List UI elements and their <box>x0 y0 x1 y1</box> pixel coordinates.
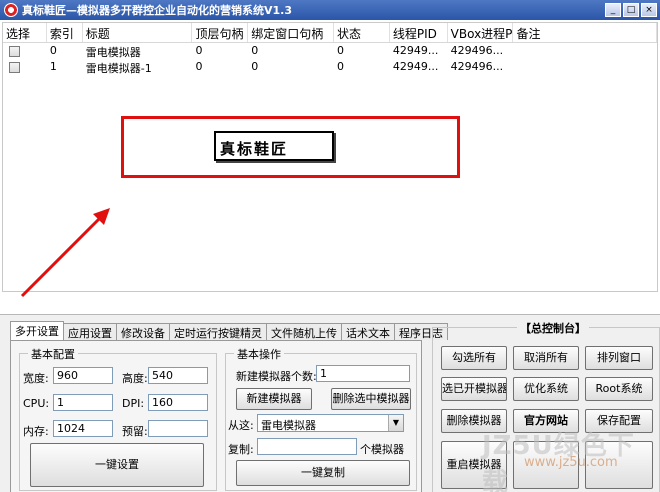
copy-label: 复制: <box>228 443 254 456</box>
tab-scheduled-run[interactable]: 定时运行按键精灵 <box>169 323 267 340</box>
basic-ops-legend: 基本操作 <box>234 346 284 362</box>
one-click-set-button[interactable]: 一键设置 <box>30 443 204 487</box>
watermark-url: www.jz5u.com <box>524 455 618 470</box>
new-count-label: 新建模拟器个数: <box>236 370 317 383</box>
reserved-input[interactable] <box>148 420 208 437</box>
chevron-down-icon[interactable]: ▼ <box>388 415 403 431</box>
root-system-button[interactable]: Root系统 <box>585 377 653 401</box>
cpu-label: CPU: <box>23 397 50 410</box>
new-emulator-button[interactable]: 新建模拟器 <box>236 388 312 410</box>
optimize-system-button[interactable]: 优化系统 <box>513 377 579 401</box>
one-click-copy-button[interactable]: 一键复制 <box>236 460 410 486</box>
copy-suffix-label: 个模拟器 <box>360 443 404 456</box>
settings-tabs: 多开设置 应用设置 修改设备 定时运行按键精灵 文件随机上传 话术文本 程序日志 <box>10 321 448 340</box>
basic-config-group: 基本配置 宽度: 960 高度: 540 CPU: 1 DPI: 160 内存:… <box>19 346 217 491</box>
reserved-label: 预留: <box>122 425 148 438</box>
width-input[interactable]: 960 <box>53 367 113 384</box>
delete-selected-emulator-button[interactable]: 删除选中模拟器 <box>331 388 411 410</box>
deselect-all-button[interactable]: 取消所有 <box>513 346 579 370</box>
copy-count-input[interactable] <box>257 438 357 455</box>
basic-ops-group: 基本操作 新建模拟器个数: 1 新建模拟器 删除选中模拟器 从这: 雷电模拟器 … <box>225 346 417 491</box>
tab-random-upload[interactable]: 文件随机上传 <box>266 323 342 340</box>
source-emulator-select[interactable]: 雷电模拟器 ▼ <box>257 414 404 432</box>
width-label: 宽度: <box>23 372 49 385</box>
cpu-input[interactable]: 1 <box>53 394 113 411</box>
select-opened-emulators-button[interactable]: 选已开模拟器 <box>441 377 507 401</box>
new-count-input[interactable]: 1 <box>316 365 410 382</box>
tab-script-text[interactable]: 话术文本 <box>341 323 395 340</box>
control-center-legend: 【总控制台】 <box>517 320 589 336</box>
tab-modify-device[interactable]: 修改设备 <box>116 323 170 340</box>
memory-label: 内存: <box>23 425 49 438</box>
dpi-input[interactable]: 160 <box>148 394 208 411</box>
from-label: 从这: <box>228 419 254 432</box>
tab-multi-open[interactable]: 多开设置 <box>10 321 64 340</box>
source-emulator-value: 雷电模拟器 <box>261 419 316 432</box>
tab-content-multi-open: 基本配置 宽度: 960 高度: 540 CPU: 1 DPI: 160 内存:… <box>10 340 422 492</box>
basic-config-legend: 基本配置 <box>28 346 78 362</box>
tab-app-settings[interactable]: 应用设置 <box>63 323 117 340</box>
height-label: 高度: <box>122 372 148 385</box>
select-all-button[interactable]: 勾选所有 <box>441 346 507 370</box>
memory-input[interactable]: 1024 <box>53 420 113 437</box>
dpi-label: DPI: <box>122 397 145 410</box>
arrange-windows-button[interactable]: 排列窗口 <box>585 346 653 370</box>
height-input[interactable]: 540 <box>148 367 208 384</box>
